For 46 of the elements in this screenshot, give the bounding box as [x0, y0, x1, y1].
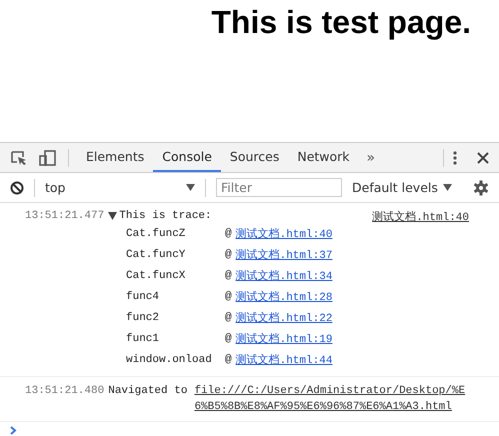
source-link[interactable]: 测试文档.html:19	[236, 331, 332, 346]
function-name: Cat.funcX	[126, 270, 186, 282]
context-select[interactable]: top	[43, 180, 195, 195]
panel-tab[interactable]: Console	[153, 143, 221, 172]
more-options-icon[interactable]	[452, 150, 458, 166]
close-icon[interactable]	[477, 152, 489, 164]
at-sign: @	[225, 312, 232, 324]
levels-select[interactable]: Default levels	[352, 180, 452, 195]
page-heading: This is test page.	[211, 4, 471, 42]
timestamp: 13:51:21.477	[25, 210, 104, 222]
at-sign: @	[225, 354, 232, 366]
at-sign: @	[225, 248, 232, 260]
at-sign: @	[225, 290, 232, 302]
more-tabs-button[interactable]: »	[358, 150, 384, 166]
function-name: window.onload	[126, 354, 213, 366]
inspect-icon[interactable]	[10, 150, 28, 166]
caret-icon	[442, 184, 452, 191]
file-url-link[interactable]: file:///C:/Users/Administrator/Desktop/%E6%B5%8B%E8%AF%95%E6%96%87%E6%A1%A3.html	[194, 383, 475, 415]
function-name: Cat.funcY	[126, 248, 186, 260]
panel-tab[interactable]: Sources	[220, 143, 288, 172]
expand-triangle-icon[interactable]	[108, 212, 118, 220]
device-icon[interactable]	[39, 150, 57, 166]
caret-icon	[186, 184, 195, 191]
at-sign: @	[225, 332, 232, 344]
prompt-chevron-icon[interactable]	[10, 426, 17, 435]
function-name: func1	[126, 332, 160, 344]
timestamp: 13:51:21.480	[25, 384, 104, 399]
at-sign: @	[225, 228, 232, 240]
source-link[interactable]: 测试文档.html:22	[236, 310, 332, 325]
panel-tab[interactable]: Elements	[77, 143, 154, 172]
source-link[interactable]: 测试文档.html:37	[236, 247, 332, 262]
filter-field[interactable]: Filter	[216, 178, 342, 197]
settings-icon[interactable]	[473, 180, 489, 196]
source-link[interactable]: 测试文档.html:40	[236, 226, 332, 241]
panel-tab[interactable]: Network	[288, 143, 359, 172]
source-link[interactable]: 测试文档.html:44	[236, 352, 332, 367]
function-name: func2	[126, 312, 160, 324]
function-name: Cat.funcZ	[126, 228, 186, 240]
log-message: Navigated to	[108, 384, 188, 399]
source-link[interactable]: 测试文档.html:28	[236, 289, 332, 304]
function-name: func4	[126, 290, 160, 302]
clear-console-icon[interactable]	[10, 180, 24, 194]
source-link[interactable]: 测试文档.html:34	[236, 268, 332, 283]
at-sign: @	[225, 270, 232, 282]
source-link[interactable]: 测试文档.html:40	[372, 208, 469, 224]
log-message: This is trace:	[119, 210, 212, 222]
